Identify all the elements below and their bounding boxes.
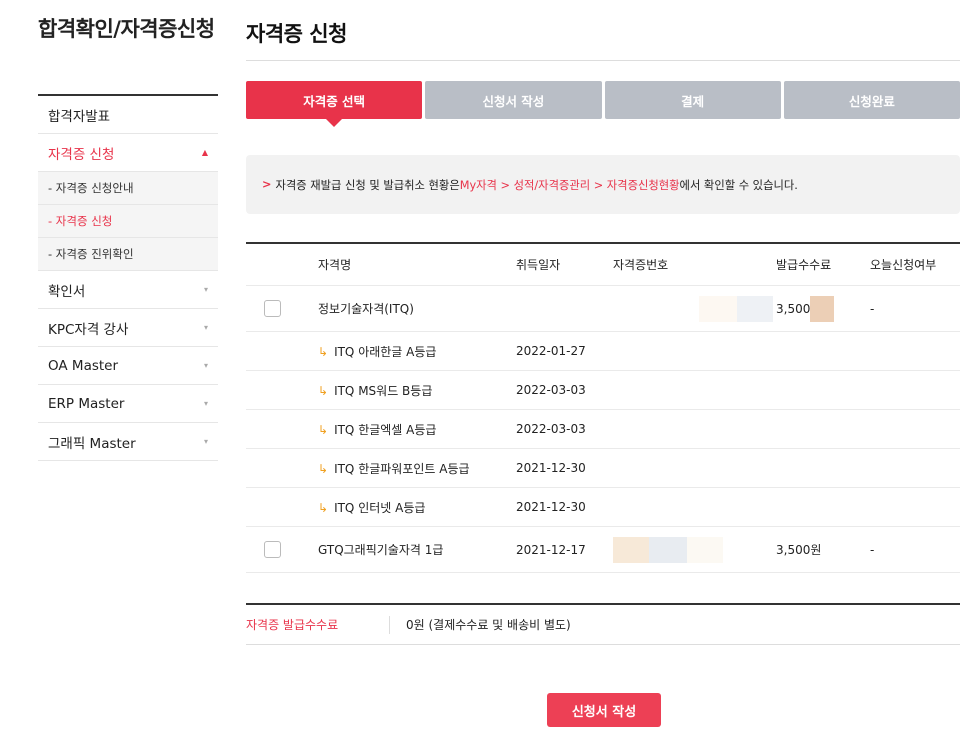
table-subrow: ↳ ITQ 한글파워포인트 A등급 2021-12-30 [246, 449, 960, 488]
fee-summary-value: 0원 (결제수수료 및 배송비 별도) [406, 618, 571, 632]
sub-arrow-icon: ↳ [318, 500, 329, 515]
table-subrow: ↳ ITQ 한글엑셀 A등급 2022-03-03 [246, 410, 960, 449]
cert-name: ITQ 인터넷 A등급 [334, 500, 426, 515]
sub-arrow-icon: ↳ [318, 383, 329, 398]
sidebar-item-label: 그래픽 Master [48, 435, 136, 452]
cert-number-redacted [593, 286, 834, 331]
step-write-application: 신청서 작성 [425, 81, 602, 119]
fee-summary: 자격증 발급수수료 0원 (결제수수료 및 배송비 별도) [246, 603, 960, 645]
fee-divider [389, 615, 390, 634]
sidebar-item-kpc-instructor[interactable]: KPC자격 강사 ▾ [38, 309, 218, 347]
chevron-down-icon: ▾ [203, 437, 208, 446]
write-application-button[interactable]: 신청서 작성 [547, 693, 661, 727]
sidebar-subitem-verify[interactable]: - 자격증 진위확인 [38, 238, 218, 271]
cert-number-redacted [593, 527, 756, 572]
table-row: GTQ그래픽기술자격 1급 2021-12-17 3,500원 - [246, 527, 960, 573]
header-name: 자격명 [318, 258, 352, 272]
chevron-down-icon: ▾ [203, 323, 208, 332]
sidebar-subitem-apply[interactable]: - 자격증 신청 [38, 205, 218, 238]
sidebar-submenu: - 자격증 신청안내 - 자격증 신청 - 자격증 진위확인 [38, 172, 218, 271]
notice-box: > 자격증 재발급 신청 및 발급취소 현황은 My자격 > 성적/자격증관리 … [246, 155, 960, 214]
notice-link[interactable]: My자격 > 성적/자격증관리 > 자격증신청현황 [460, 177, 680, 193]
cert-date: 2021-12-17 [516, 542, 586, 557]
sidebar-item-pass-announcement[interactable]: 합격자발표 [38, 96, 218, 134]
notice-text: 자격증 재발급 신청 및 발급취소 현황은 [275, 178, 460, 192]
title-divider [246, 60, 960, 61]
select-checkbox[interactable] [263, 541, 281, 558]
table-subrow: ↳ ITQ MS워드 B등급 2022-03-03 [246, 371, 960, 410]
cert-date: 2022-01-27 [516, 344, 586, 358]
sub-arrow-icon: ↳ [318, 344, 329, 359]
sidebar-item-label: 자격증 신청 [48, 146, 115, 163]
step-select-certificate: 자격증 선택 [246, 81, 423, 127]
select-checkbox[interactable] [263, 300, 281, 317]
sidebar: 합격확인/자격증신청 합격자발표 자격증 신청 ▲ - 자격증 신청안내 - 자… [38, 14, 218, 461]
step-payment: 결제 [604, 81, 781, 119]
cert-today: - [870, 301, 875, 316]
cert-date: 2021-12-30 [516, 461, 586, 475]
cert-date: 2021-12-30 [516, 500, 586, 514]
sub-arrow-icon: ↳ [318, 461, 329, 476]
table-header: 자격명 취득일자 자격증번호 발급수수료 오늘신청여부 [246, 244, 960, 286]
sidebar-item-certificate-apply[interactable]: 자격증 신청 ▲ [38, 134, 218, 172]
cert-name: ITQ 한글파워포인트 A등급 [334, 461, 470, 476]
certificate-table: 자격명 취득일자 자격증번호 발급수수료 오늘신청여부 정보기술자격(ITQ) … [246, 242, 960, 573]
header-date: 취득일자 [516, 258, 561, 272]
sidebar-item-label: KPC자격 강사 [48, 321, 129, 338]
cert-date: 2022-03-03 [516, 383, 586, 397]
table-subrow: ↳ ITQ 아래한글 A등급 2022-01-27 [246, 332, 960, 371]
sidebar-item-label: OA Master [48, 357, 119, 374]
table-subrow: ↳ ITQ 인터넷 A등급 2021-12-30 [246, 488, 960, 527]
header-fee: 발급수수료 [776, 258, 832, 272]
sidebar-item-oa-master[interactable]: OA Master ▾ [38, 347, 218, 385]
table-row: 정보기술자격(ITQ) 3,500원 - [246, 286, 960, 332]
page-title: 자격증 신청 [246, 22, 347, 46]
sidebar-subitem-apply-guide[interactable]: - 자격증 신청안내 [38, 172, 218, 205]
step-indicator: 자격증 선택 신청서 작성 결제 신청완료 [246, 81, 960, 127]
sidebar-menu: 합격자발표 자격증 신청 ▲ - 자격증 신청안내 - 자격증 신청 - 자격증… [38, 94, 218, 461]
header-today: 오늘신청여부 [870, 258, 937, 272]
cert-name: ITQ MS워드 B등급 [334, 383, 433, 398]
chevron-up-icon: ▲ [201, 148, 208, 157]
chevron-down-icon: ▾ [203, 361, 208, 370]
sidebar-title: 합격확인/자격증신청 [38, 17, 215, 41]
notice-text-end: 에서 확인할 수 있습니다. [679, 178, 798, 192]
sidebar-item-label: 확인서 [48, 283, 86, 300]
fee-summary-label: 자격증 발급수수료 [246, 618, 339, 632]
header-number: 자격증번호 [613, 258, 669, 272]
sidebar-item-graphic-master[interactable]: 그래픽 Master ▾ [38, 423, 218, 461]
cert-today: - [870, 542, 875, 557]
cert-date: 2022-03-03 [516, 422, 586, 436]
sidebar-item-confirmation[interactable]: 확인서 ▾ [38, 271, 218, 309]
sidebar-item-label: 합격자발표 [48, 108, 111, 125]
cert-name: 정보기술자격(ITQ) [318, 302, 414, 316]
cert-name: ITQ 아래한글 A등급 [334, 344, 437, 359]
chevron-right-icon: > [262, 178, 272, 191]
step-complete: 신청완료 [783, 81, 960, 119]
sidebar-item-erp-master[interactable]: ERP Master ▾ [38, 385, 218, 423]
sidebar-item-label: ERP Master [48, 395, 125, 412]
cert-fee: 3,500원 [776, 543, 822, 557]
chevron-down-icon: ▾ [203, 399, 208, 408]
chevron-down-icon: ▾ [203, 285, 208, 294]
cert-name: GTQ그래픽기술자격 1급 [318, 543, 444, 557]
sub-arrow-icon: ↳ [318, 422, 329, 437]
cert-name: ITQ 한글엑셀 A등급 [334, 422, 437, 437]
